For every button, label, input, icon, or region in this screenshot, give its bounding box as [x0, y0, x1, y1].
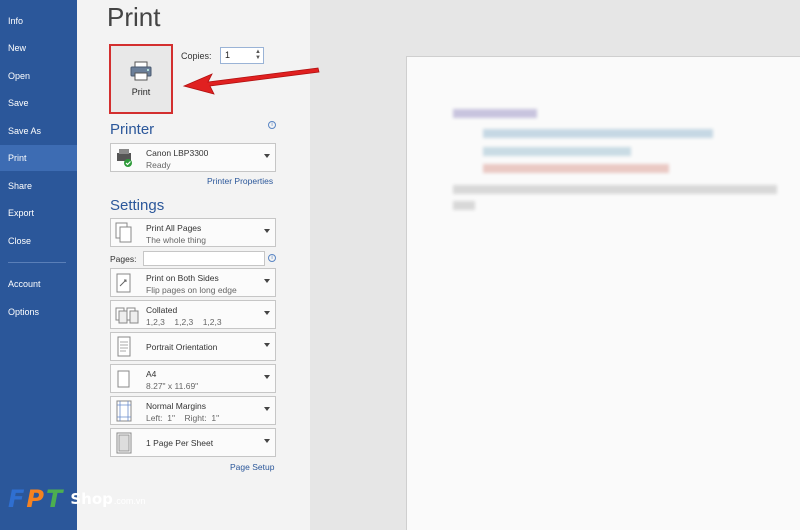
logo-domain-text: .com.vn — [113, 495, 146, 506]
nav-item-account[interactable]: Account — [0, 271, 77, 297]
orientation-label: Portrait Orientation — [146, 342, 218, 352]
margins-select[interactable]: Normal Margins Left: 1" Right: 1" — [110, 396, 276, 425]
logo-letter-t: T — [46, 485, 63, 513]
nav-item-save-as[interactable]: Save As — [0, 118, 77, 144]
blurred-text-line — [483, 129, 713, 138]
fpt-logo-mark: F P T — [8, 485, 62, 513]
blurred-text-line — [483, 147, 631, 156]
nav-item-print[interactable]: Print — [0, 145, 77, 171]
pages-input[interactable] — [143, 251, 265, 266]
chevron-down-icon — [264, 343, 270, 347]
pages-info-icon[interactable]: i — [268, 254, 276, 262]
chevron-down-icon — [264, 279, 270, 283]
blurred-text-line — [453, 201, 475, 210]
print-range-desc: The whole thing — [146, 235, 207, 245]
collation-label: Collated — [146, 305, 178, 315]
chevron-down-icon — [264, 154, 270, 158]
one-page-per-sheet-icon — [116, 432, 132, 454]
portrait-page-icon — [117, 336, 131, 357]
orientation-select[interactable]: Portrait Orientation — [110, 332, 276, 361]
nav-item-close[interactable]: Close — [0, 228, 77, 254]
copies-label: Copies: — [181, 51, 212, 61]
page-title: Print — [107, 2, 161, 32]
printer-heading: Printer — [110, 121, 155, 138]
printer-icon — [130, 61, 152, 81]
collated-icon — [115, 307, 139, 324]
nav-item-share[interactable]: Share — [0, 173, 77, 199]
duplex-icon — [116, 273, 131, 293]
duplex-desc: Flip pages on long edge — [146, 285, 237, 295]
printer-properties-link[interactable]: Printer Properties — [207, 176, 273, 186]
print-button-label: Print — [131, 87, 151, 97]
pages-label: Pages: — [110, 254, 137, 264]
printer-device-icon — [117, 149, 132, 167]
chevron-down-icon — [264, 439, 270, 443]
pages-per-sheet-label: 1 Page Per Sheet — [146, 438, 214, 448]
pages-stack-icon — [115, 222, 132, 243]
margins-label: Normal Margins — [146, 401, 206, 411]
duplex-label: Print on Both Sides — [146, 273, 219, 283]
chevron-down-icon — [264, 375, 270, 379]
copies-value: 1 — [225, 50, 231, 60]
page-setup-link[interactable]: Page Setup — [230, 462, 274, 472]
paper-size-desc: 8.27" x 11.69" — [146, 381, 199, 391]
margins-icon — [116, 400, 132, 422]
print-range-select[interactable]: Print All Pages The whole thing — [110, 218, 276, 247]
blurred-text-line — [453, 185, 777, 194]
paper-size-label: A4 — [146, 369, 157, 379]
fpt-shop-logo: F P T Shop .com.vn — [8, 484, 145, 514]
paper-size-icon — [117, 370, 130, 388]
nav-item-save[interactable]: Save — [0, 90, 77, 116]
chevron-down-icon — [264, 311, 270, 315]
margins-desc: Left: 1" Right: 1" — [146, 413, 220, 423]
chevron-down-icon — [264, 407, 270, 411]
logo-letter-p: P — [26, 485, 44, 513]
logo-shop-text: Shop — [70, 490, 113, 508]
logo-letter-f: F — [8, 485, 25, 513]
chevron-down-icon — [264, 229, 270, 233]
print-range-label: Print All Pages — [146, 223, 202, 233]
nav-item-new[interactable]: New — [0, 35, 77, 61]
paper-size-select[interactable]: A4 8.27" x 11.69" — [110, 364, 276, 393]
print-preview-page[interactable] — [406, 56, 800, 530]
nav-item-export[interactable]: Export — [0, 200, 77, 226]
collation-select[interactable]: Collated 1,2,3 1,2,3 1,2,3 — [110, 300, 276, 329]
blurred-text-line — [483, 164, 669, 173]
nav-divider — [8, 262, 66, 263]
pages-per-sheet-select[interactable]: 1 Page Per Sheet — [110, 428, 276, 457]
nav-item-options[interactable]: Options — [0, 299, 77, 325]
nav-item-info[interactable]: Info — [0, 8, 77, 34]
printer-status: Ready — [146, 160, 171, 170]
settings-heading: Settings — [110, 197, 165, 214]
printer-info-icon[interactable]: i — [268, 121, 276, 129]
nav-item-open[interactable]: Open — [0, 63, 77, 89]
blurred-text-line — [453, 109, 537, 118]
printer-select[interactable]: Canon LBP3300 Ready — [110, 143, 276, 172]
backstage-nav: Info New Open Save Save As Print Share E… — [0, 0, 77, 530]
printer-name: Canon LBP3300 — [146, 148, 209, 158]
copies-spin-buttons[interactable]: ▲ ▼ — [254, 49, 262, 62]
collation-desc: 1,2,3 1,2,3 1,2,3 — [146, 317, 222, 327]
annotation-arrow — [182, 67, 320, 95]
duplex-select[interactable]: Print on Both Sides Flip pages on long e… — [110, 268, 276, 297]
print-button[interactable]: Print — [109, 44, 173, 114]
